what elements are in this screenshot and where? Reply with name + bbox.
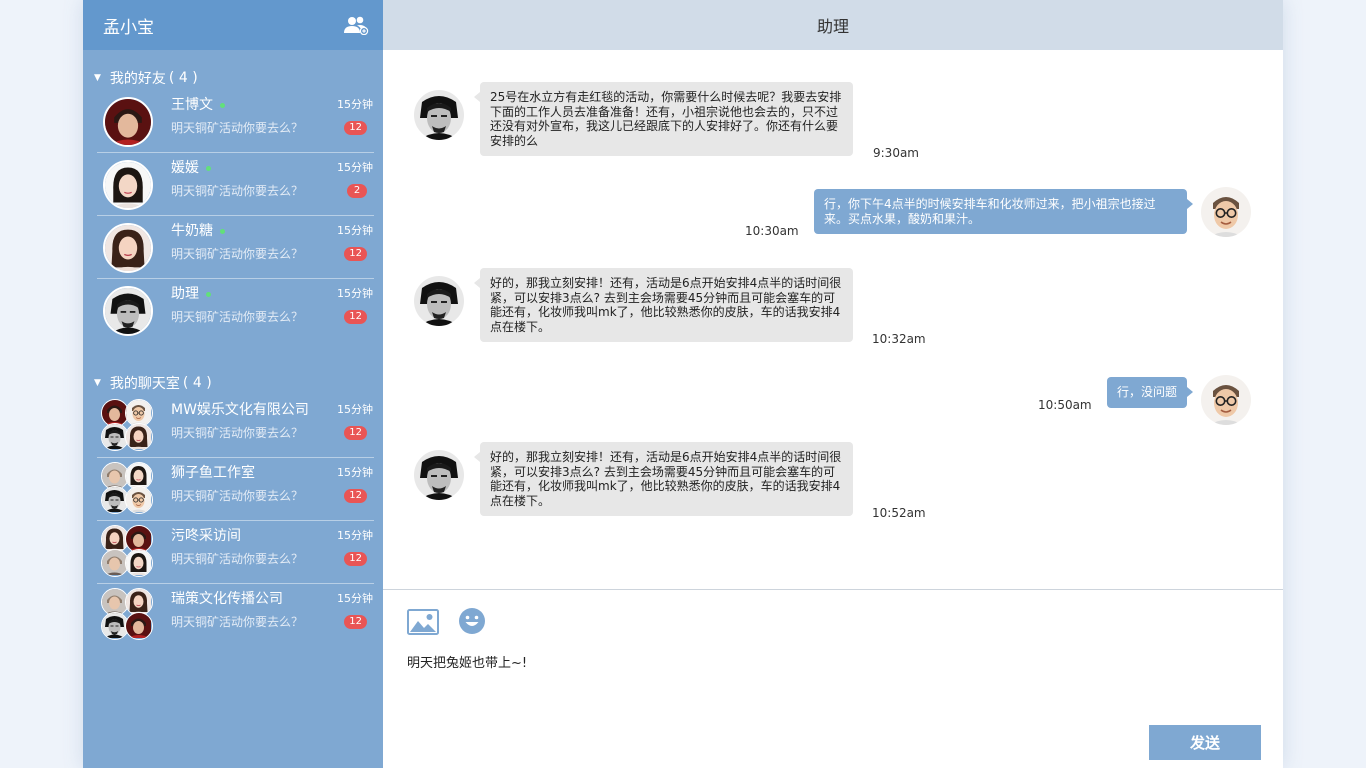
group-avatar bbox=[101, 399, 155, 453]
avatar bbox=[1201, 187, 1251, 237]
friend-item[interactable]: 助理 明天铜矿活动你要去么？ 15分钟 12 bbox=[97, 279, 374, 342]
avatar bbox=[103, 286, 153, 336]
rooms-section-title: 我的聊天室 bbox=[109, 376, 180, 392]
unread-badge: 12 bbox=[344, 615, 367, 629]
room-name: 污咚采访间 bbox=[171, 528, 241, 544]
message-time: 10:30am bbox=[745, 224, 799, 238]
message-bubble: 好的，那我立刻安排！还有，活动是6点开始安排4点半的话时间很紧，可以安排3点么?… bbox=[474, 442, 853, 516]
message-time: 10:50am bbox=[1038, 398, 1092, 412]
message-preview: 明天铜矿活动你要去么？ bbox=[171, 552, 304, 566]
message-preview: 明天铜矿活动你要去么？ bbox=[171, 121, 304, 135]
message-time: 15分钟 bbox=[337, 592, 373, 605]
unread-badge: 12 bbox=[344, 489, 367, 503]
friend-item[interactable]: 王博文 明天铜矿活动你要去么？ 15分钟 12 bbox=[97, 90, 374, 153]
online-indicator bbox=[220, 228, 225, 234]
room-item[interactable]: 狮子鱼工作室 明天铜矿活动你要去么？ 15分钟 12 bbox=[97, 458, 374, 521]
message-preview: 明天铜矿活动你要去么？ bbox=[171, 184, 304, 198]
rooms-list: MW娱乐文化有限公司 明天铜矿活动你要去么？ 15分钟 12 狮子鱼工作室 明天… bbox=[83, 395, 383, 647]
friends-section-title: 我的好友 bbox=[109, 71, 166, 87]
message-time: 15分钟 bbox=[337, 224, 373, 237]
room-item[interactable]: 污咚采访间 明天铜矿活动你要去么？ 15分钟 12 bbox=[97, 521, 374, 584]
friend-name: 王博文 bbox=[171, 94, 225, 114]
message-time: 10:32am bbox=[872, 332, 926, 346]
room-item[interactable]: MW娱乐文化有限公司 明天铜矿活动你要去么？ 15分钟 12 bbox=[97, 395, 374, 458]
triangle-down-icon: ▼ bbox=[94, 73, 101, 83]
message-time: 15分钟 bbox=[337, 98, 373, 111]
avatar bbox=[414, 450, 464, 500]
emoji-icon[interactable] bbox=[458, 607, 486, 635]
avatar bbox=[103, 97, 153, 147]
unread-badge: 12 bbox=[344, 426, 367, 440]
avatar bbox=[414, 90, 464, 140]
triangle-down-icon: ▼ bbox=[94, 378, 101, 388]
room-item[interactable]: 瑞策文化传播公司 明天铜矿活动你要去么？ 15分钟 12 bbox=[97, 584, 374, 647]
group-avatar bbox=[101, 525, 155, 579]
message-time: 9:30am bbox=[873, 146, 919, 160]
friend-name: 媛媛 bbox=[171, 157, 211, 177]
message-bubble: 25号在水立方有走红毯的活动，你需要什么时候去呢？我要去安排下面的工作人员去准备… bbox=[474, 82, 853, 156]
message-input[interactable]: 明天把兔姬也带上~! bbox=[407, 652, 1207, 712]
avatar bbox=[1201, 375, 1251, 425]
message-time: 15分钟 bbox=[337, 287, 373, 300]
room-name: 狮子鱼工作室 bbox=[171, 465, 255, 481]
room-name: 瑞策文化传播公司 bbox=[171, 591, 283, 607]
friends-section-count: ( 4 ) bbox=[168, 70, 198, 86]
room-name: MW娱乐文化有限公司 bbox=[171, 402, 309, 418]
group-avatar bbox=[101, 588, 155, 642]
send-button[interactable]: 发送 bbox=[1149, 725, 1261, 760]
message-bubble: 行，没问题 bbox=[1107, 377, 1193, 408]
sidebar-header: 孟小宝 bbox=[83, 0, 383, 50]
message-time: 15分钟 bbox=[337, 466, 373, 479]
online-indicator bbox=[220, 102, 225, 108]
message-bubble: 行，你下午4点半的时候安排车和化妆师过来，把小祖宗也接过来。买点水果，酸奶和果汁… bbox=[814, 189, 1193, 234]
app-window: 孟小宝 ▼ 我的好友 ( 4 ) 王博文 明天铜矿活动你要去么？ 15分钟 12… bbox=[83, 0, 1283, 768]
unread-badge: 12 bbox=[344, 310, 367, 324]
message-time: 10:52am bbox=[872, 506, 926, 520]
unread-badge: 12 bbox=[344, 247, 367, 261]
friends-icon[interactable] bbox=[343, 15, 369, 35]
message-preview: 明天铜矿活动你要去么？ bbox=[171, 310, 304, 324]
rooms-section-toggle[interactable]: ▼ 我的聊天室 ( 4 ) bbox=[83, 371, 383, 395]
message-time: 15分钟 bbox=[337, 161, 373, 174]
rooms-section-count: ( 4 ) bbox=[182, 375, 212, 391]
avatar bbox=[103, 160, 153, 210]
message-preview: 明天铜矿活动你要去么？ bbox=[171, 489, 304, 503]
message-composer: 明天把兔姬也带上~! 发送 bbox=[383, 590, 1283, 768]
current-user-name: 孟小宝 bbox=[103, 17, 154, 38]
avatar bbox=[103, 223, 153, 273]
chat-title: 助理 bbox=[816, 17, 849, 36]
group-avatar bbox=[101, 462, 155, 516]
message-preview: 明天铜矿活动你要去么？ bbox=[171, 426, 304, 440]
message-time: 15分钟 bbox=[337, 403, 373, 416]
friends-section-toggle[interactable]: ▼ 我的好友 ( 4 ) bbox=[83, 66, 383, 90]
avatar bbox=[414, 276, 464, 326]
message-preview: 明天铜矿活动你要去么？ bbox=[171, 615, 304, 629]
friend-item[interactable]: 牛奶糖 明天铜矿活动你要去么？ 15分钟 12 bbox=[97, 216, 374, 279]
friends-list: 王博文 明天铜矿活动你要去么？ 15分钟 12 媛媛 明天铜矿活动你要去么？ 1… bbox=[83, 90, 383, 342]
unread-badge: 12 bbox=[344, 552, 367, 566]
chat-panel: 助理 25号在水立方有走红毯的活动，你需要什么时候去呢？我要去安排下面的工作人员… bbox=[383, 0, 1283, 768]
message-list: 25号在水立方有走红毯的活动，你需要什么时候去呢？我要去安排下面的工作人员去准备… bbox=[383, 50, 1283, 589]
message-time: 15分钟 bbox=[337, 529, 373, 542]
message-bubble: 好的，那我立刻安排！还有，活动是6点开始安排4点半的话时间很紧，可以安排3点么?… bbox=[474, 268, 853, 342]
message-preview: 明天铜矿活动你要去么？ bbox=[171, 247, 304, 261]
online-indicator bbox=[206, 291, 211, 297]
sidebar: 孟小宝 ▼ 我的好友 ( 4 ) 王博文 明天铜矿活动你要去么？ 15分钟 12… bbox=[83, 0, 383, 768]
friend-name: 牛奶糖 bbox=[171, 220, 225, 240]
friend-name: 助理 bbox=[171, 283, 211, 303]
image-icon[interactable] bbox=[407, 609, 439, 635]
chat-header: 助理 bbox=[383, 0, 1283, 50]
online-indicator bbox=[206, 165, 211, 171]
friend-item[interactable]: 媛媛 明天铜矿活动你要去么？ 15分钟 2 bbox=[97, 153, 374, 216]
unread-badge: 2 bbox=[347, 184, 367, 198]
unread-badge: 12 bbox=[344, 121, 367, 135]
